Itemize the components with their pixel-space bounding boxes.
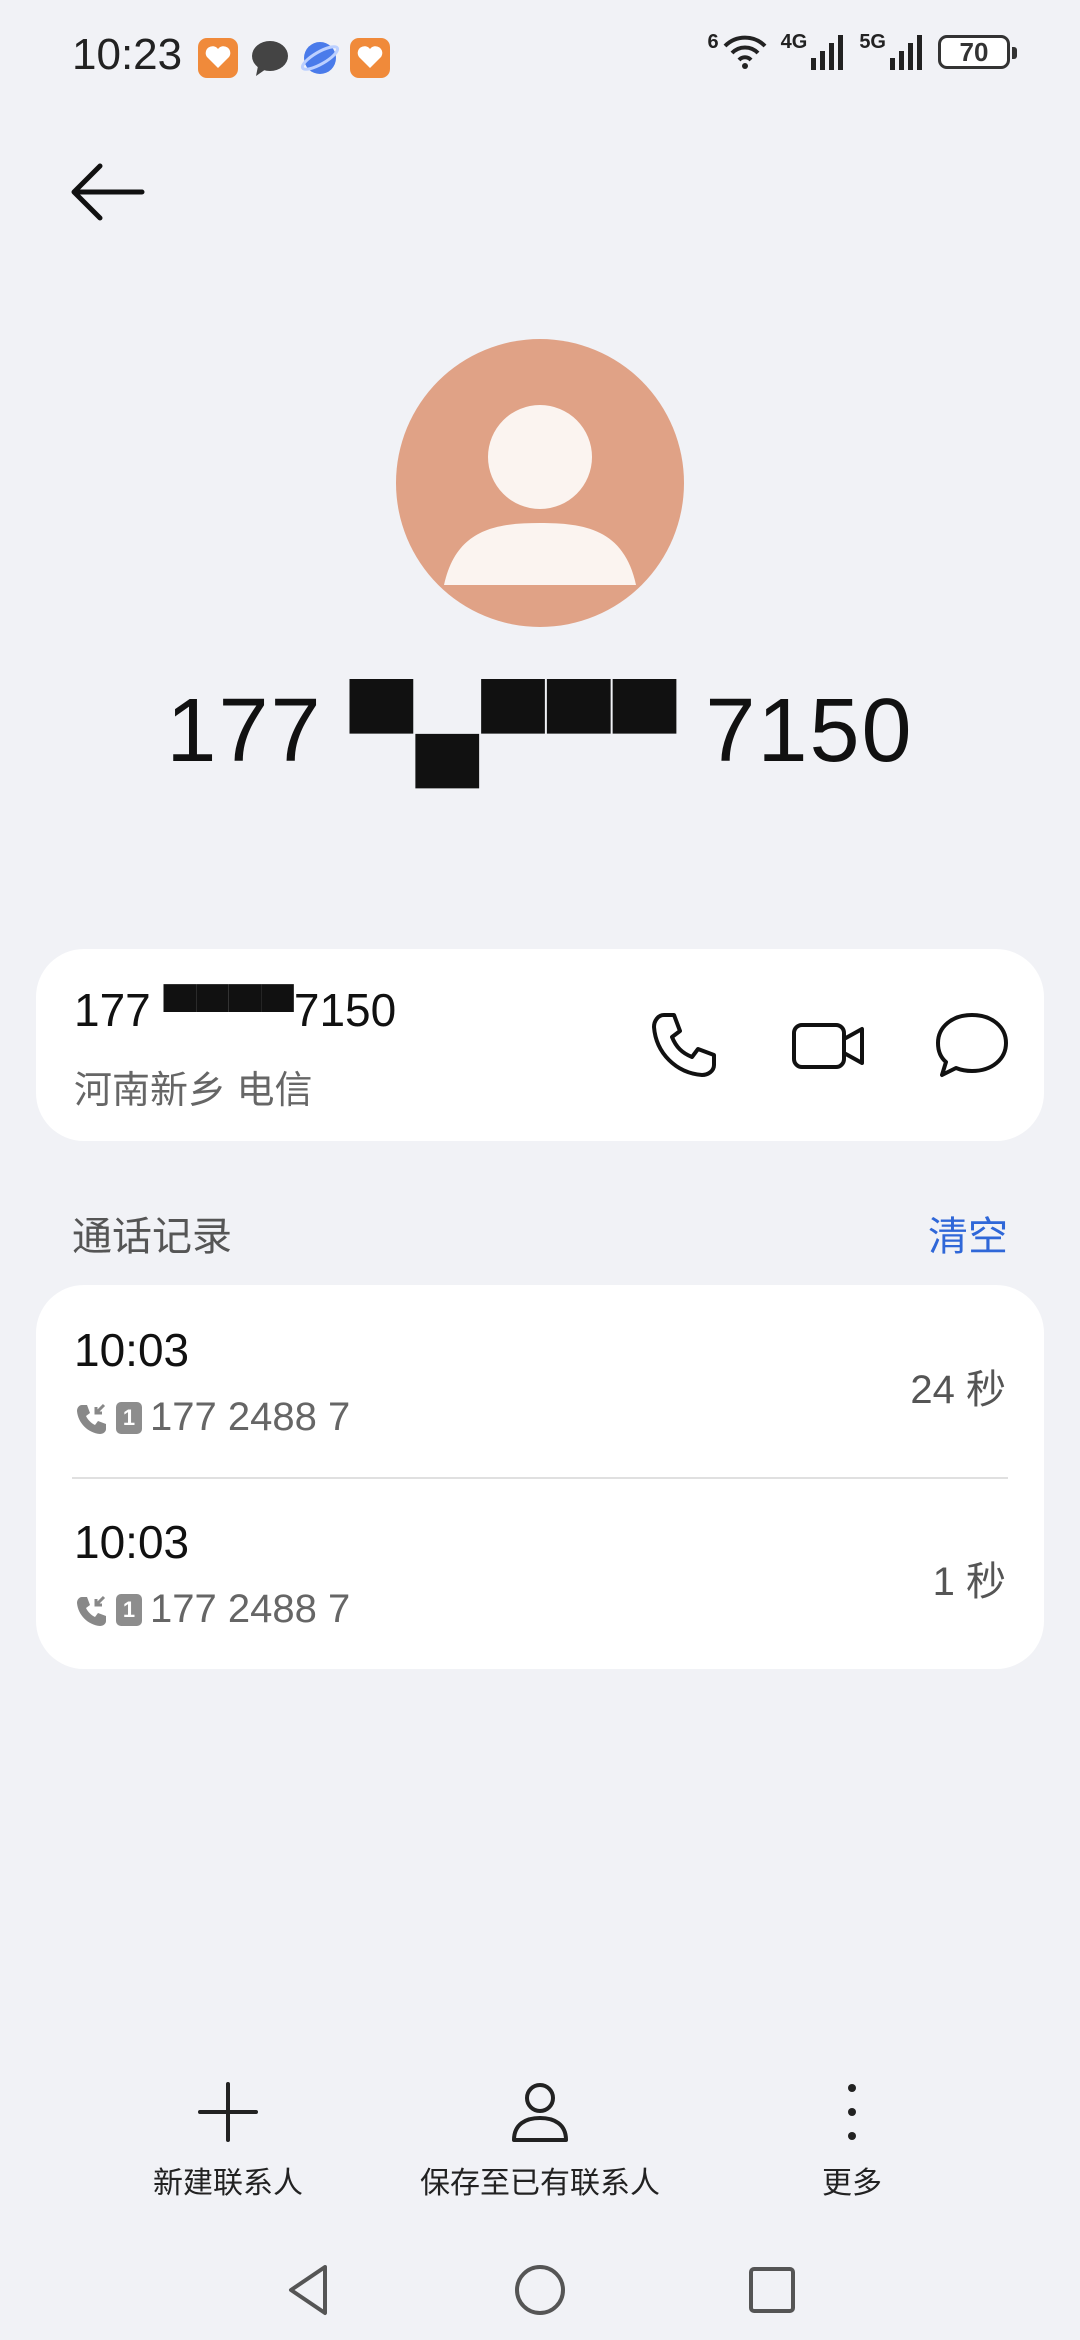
video-call-button[interactable]: [790, 1007, 866, 1083]
nav-recents-button[interactable]: [737, 2255, 807, 2325]
call-number: 177 2488 7: [150, 1395, 351, 1439]
number-card: 177 ▀▀▀▀7150 河南新乡 电信: [36, 949, 1044, 1141]
more-vertical-icon: [848, 2084, 856, 2140]
chat-bubble-icon: [250, 38, 290, 78]
nav-home-icon: [515, 2265, 565, 2315]
call-details: 1 177 2488 7: [74, 1395, 350, 1440]
call-duration: 24 秒: [910, 1368, 1006, 1412]
wifi-icon: [723, 35, 767, 69]
phone-icon: [652, 1013, 716, 1077]
plus-icon: [198, 2082, 258, 2142]
nav-home-button[interactable]: [505, 2255, 575, 2325]
app-notification-icon: [350, 38, 390, 78]
call-time: 10:03: [74, 1324, 190, 1376]
avatar: [396, 339, 684, 627]
status-indicators: 6 4G 5G 70: [707, 30, 1017, 70]
sim-badge: 1: [116, 1593, 142, 1626]
sim-badge: 1: [116, 1401, 142, 1434]
call-details: 1 177 2488 7: [74, 1587, 350, 1632]
call-button[interactable]: [646, 1007, 722, 1083]
number-location: 河南新乡 电信: [74, 1070, 313, 1112]
nav-back-icon: [289, 2265, 327, 2315]
nav-back-button[interactable]: [273, 2255, 343, 2325]
clear-call-log-button[interactable]: 清空: [928, 1204, 1008, 1262]
arrow-left-icon: [71, 163, 145, 221]
message-button[interactable]: [934, 1007, 1010, 1083]
network-4g-label: 4G: [780, 30, 808, 53]
signal-icon: [890, 35, 922, 70]
signal-icon: [811, 35, 844, 70]
video-icon: [792, 1023, 864, 1069]
message-icon: [936, 1013, 1008, 1077]
battery-indicator: 70: [938, 35, 1017, 69]
incoming-call-icon: [77, 1595, 106, 1626]
call-duration: 1 秒: [932, 1560, 1006, 1604]
new-contact-button[interactable]: 新建联系人: [108, 2080, 348, 2202]
back-button[interactable]: [70, 160, 146, 224]
incoming-call-icon: [77, 1403, 106, 1434]
contact-number-title: 177 ▀▄▀▀▀ 7150: [166, 681, 914, 781]
save-to-existing-button[interactable]: 保存至已有联系人: [420, 2080, 660, 2202]
new-contact-label: 新建联系人: [153, 2167, 303, 2200]
call-number: 177 2488 7: [150, 1587, 351, 1631]
save-to-existing-label: 保存至已有联系人: [420, 2167, 660, 2200]
call-log-entry[interactable]: 10:03 1 177 2488 7 24 秒: [36, 1285, 1044, 1479]
call-log-entry[interactable]: 10:03 1 177 2488 7 1 秒: [36, 1477, 1044, 1669]
battery-level: 70: [959, 36, 989, 67]
more-button[interactable]: 更多: [732, 2080, 972, 2202]
network-5g-label: 5G: [859, 30, 886, 53]
person-icon: [512, 2083, 568, 2142]
browser-planet-icon: [300, 38, 340, 78]
app-notification-icon: [198, 38, 238, 78]
call-log-list: 10:03 1 177 2488 7 24 秒 10:03 1 177 2488…: [36, 1285, 1044, 1669]
nav-recents-icon: [749, 2267, 795, 2313]
phone-number[interactable]: 177 ▀▀▀▀7150: [74, 983, 396, 1037]
call-log-title: 通话记录: [72, 1215, 232, 1259]
call-time: 10:03: [74, 1516, 190, 1568]
wifi-label: 6: [707, 30, 719, 53]
more-label: 更多: [822, 2167, 882, 2200]
status-time: 10:23: [72, 30, 183, 79]
